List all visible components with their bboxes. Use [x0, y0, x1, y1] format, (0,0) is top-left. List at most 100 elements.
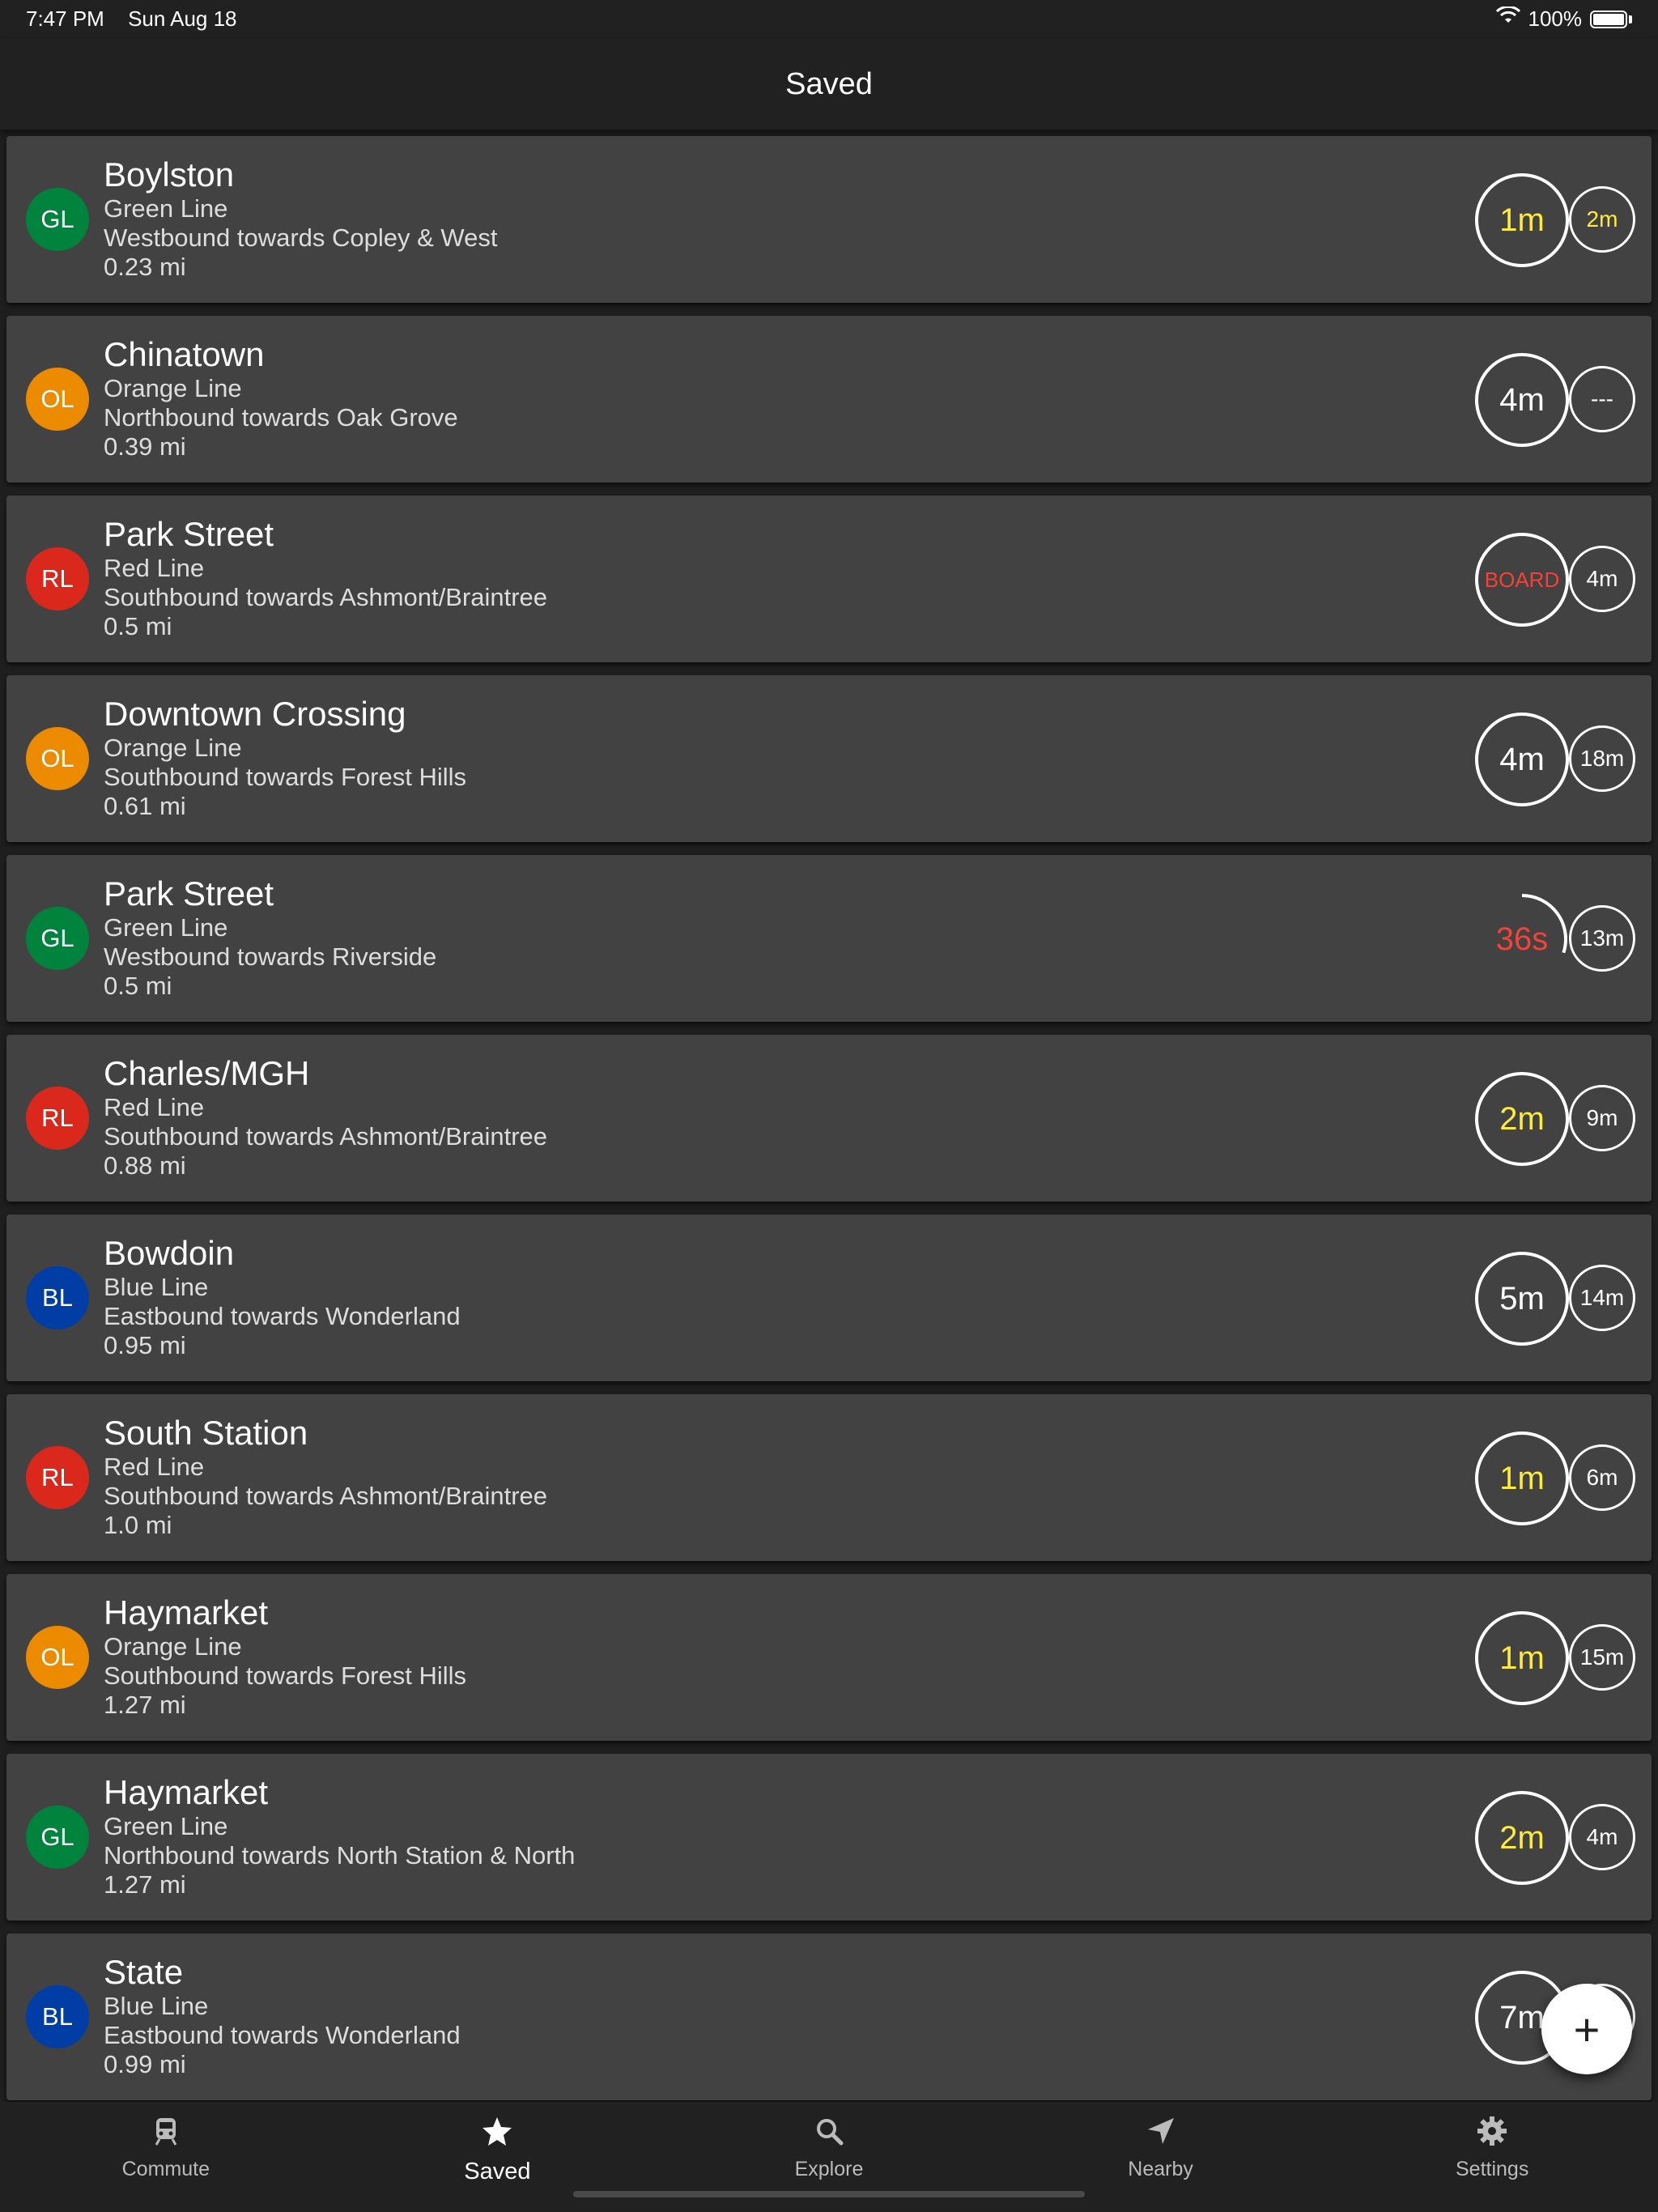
status-date: Sun Aug 18	[128, 6, 237, 31]
line-badge: RL	[26, 547, 89, 610]
line-name: Orange Line	[104, 374, 242, 402]
tab-label-saved: Saved	[464, 2159, 531, 2184]
plus-icon: +	[1573, 2003, 1601, 2055]
search-icon	[813, 2115, 845, 2158]
stop-card[interactable]: GL Haymarket Green Line Northbound towards …	[6, 1754, 1652, 1921]
next-arrival: 1m	[1475, 1611, 1569, 1705]
distance: 0.5 mi	[104, 612, 172, 640]
stop-name: Park Street	[104, 874, 274, 912]
tab-label-commute: Commute	[121, 2158, 210, 2180]
status-bar: 7:47 PM Sun Aug 18 100%	[0, 0, 1658, 39]
following-arrival: 4m	[1569, 546, 1635, 612]
wifi-icon	[1495, 5, 1520, 32]
status-right: 100%	[1495, 5, 1632, 32]
line-badge: GL	[26, 1806, 89, 1869]
stop-name: Downtown Crossing	[104, 695, 406, 733]
line-badge: OL	[26, 1626, 89, 1689]
distance: 0.39 mi	[104, 432, 186, 461]
status-left: 7:47 PM Sun Aug 18	[26, 6, 255, 32]
following-arrival: 18m	[1569, 725, 1635, 792]
distance: 0.61 mi	[104, 792, 186, 820]
star-icon	[481, 2115, 513, 2159]
stop-details: Bowdoin Blue Line Eastbound towards Wonder…	[104, 1234, 461, 1360]
line-badge: GL	[26, 907, 89, 970]
direction: Westbound towards Riverside	[104, 942, 437, 971]
next-arrival: 5m	[1475, 1252, 1569, 1346]
tab-commute[interactable]: Commute	[0, 2102, 332, 2212]
tab-settings[interactable]: Settings	[1326, 2102, 1658, 2212]
page-title: Saved	[785, 66, 873, 101]
line-badge: GL	[26, 188, 89, 251]
following-arrival: 6m	[1569, 1444, 1635, 1511]
saved-stop-list: GL Boylston Green Line Westbound towards Co…	[6, 136, 1652, 2113]
next-arrival: 1m	[1475, 1431, 1569, 1525]
stop-card[interactable]: OL Haymarket Orange Line Southbound towards…	[6, 1574, 1652, 1741]
direction: Southbound towards Forest Hills	[104, 763, 467, 791]
line-name: Red Line	[104, 1093, 205, 1121]
next-arrival: BOARD	[1475, 533, 1569, 627]
battery-percent: 100%	[1528, 6, 1583, 31]
direction: Southbound towards Forest Hills	[104, 1661, 467, 1690]
stop-details: Downtown Crossing Orange Line Southbound t…	[104, 695, 466, 821]
next-arrival: 1m	[1475, 173, 1569, 267]
battery-icon	[1590, 10, 1627, 28]
stop-card[interactable]: GL Park Street Green Line Westbound towards…	[6, 855, 1652, 1022]
direction: Southbound towards Ashmont/Braintree	[104, 1482, 548, 1510]
stop-name: Haymarket	[104, 1593, 269, 1631]
stop-name: Charles/MGH	[104, 1054, 310, 1092]
following-arrival: ---	[1569, 366, 1635, 432]
tab-label-nearby: Nearby	[1128, 2158, 1193, 2180]
stop-card[interactable]: OL Downtown Crossing Orange Line Southbound…	[6, 675, 1652, 842]
stop-card[interactable]: RL South Station Red Line Southbound toward…	[6, 1394, 1652, 1561]
stop-card[interactable]: OL Chinatown Orange Line Northbound towards…	[6, 316, 1652, 483]
direction: Southbound towards Ashmont/Braintree	[104, 583, 548, 611]
line-badge: RL	[26, 1446, 89, 1509]
next-arrival: 4m	[1475, 353, 1569, 447]
stop-card[interactable]: RL Park Street Red Line Southbound towards …	[6, 496, 1652, 662]
train-icon	[150, 2115, 182, 2158]
following-arrival: 2m	[1569, 186, 1635, 253]
distance: 1.27 mi	[104, 1691, 186, 1719]
stop-card[interactable]: BL Bowdoin Blue Line Eastbound towards Wond…	[6, 1214, 1652, 1381]
line-name: Green Line	[104, 194, 228, 223]
line-badge: RL	[26, 1087, 89, 1150]
tab-label-settings: Settings	[1456, 2158, 1529, 2180]
stop-details: Boylston Green Line Westbound towards Copl…	[104, 155, 497, 282]
add-stop-button[interactable]: +	[1541, 1984, 1632, 2074]
stop-details: Haymarket Green Line Northbound towards No…	[104, 1773, 575, 1899]
next-arrival-countdown: 36s	[1475, 892, 1569, 986]
stop-name: Haymarket	[104, 1773, 269, 1811]
distance: 1.0 mi	[104, 1511, 172, 1539]
stop-name: Boylston	[104, 155, 235, 194]
stop-name: State	[104, 1953, 184, 1991]
stop-details: Park Street Green Line Westbound towards R…	[104, 874, 436, 1001]
line-name: Red Line	[104, 1453, 205, 1481]
distance: 0.88 mi	[104, 1151, 186, 1180]
direction: Eastbound towards Wonderland	[104, 1302, 461, 1330]
following-arrival: 15m	[1569, 1624, 1635, 1691]
battery-tip	[1629, 15, 1632, 23]
line-name: Orange Line	[104, 1632, 242, 1661]
distance: 1.27 mi	[104, 1870, 186, 1899]
line-badge: BL	[26, 1266, 89, 1329]
distance: 0.5 mi	[104, 972, 172, 1000]
line-name: Orange Line	[104, 734, 242, 762]
line-badge: BL	[26, 1985, 89, 2048]
location-arrow-icon	[1145, 2115, 1177, 2158]
gear-icon	[1476, 2115, 1508, 2158]
next-arrival-text: 36s	[1495, 921, 1549, 957]
following-arrival: 9m	[1569, 1085, 1635, 1151]
following-arrival: 4m	[1569, 1804, 1635, 1870]
line-name: Red Line	[104, 554, 205, 582]
line-badge: OL	[26, 368, 89, 431]
direction: Eastbound towards Wonderland	[104, 2021, 461, 2049]
status-time: 7:47 PM	[26, 6, 104, 31]
stop-card[interactable]: RL Charles/MGH Red Line Southbound towards …	[6, 1035, 1652, 1202]
line-name: Green Line	[104, 1812, 228, 1840]
line-name: Blue Line	[104, 1992, 209, 2020]
stop-card[interactable]: BL State Blue Line Eastbound towards Wonder…	[6, 1933, 1652, 2100]
stop-name: Bowdoin	[104, 1234, 235, 1272]
line-name: Green Line	[104, 913, 228, 942]
next-arrival: 2m	[1475, 1791, 1569, 1885]
stop-card[interactable]: GL Boylston Green Line Westbound towards Co…	[6, 136, 1652, 303]
